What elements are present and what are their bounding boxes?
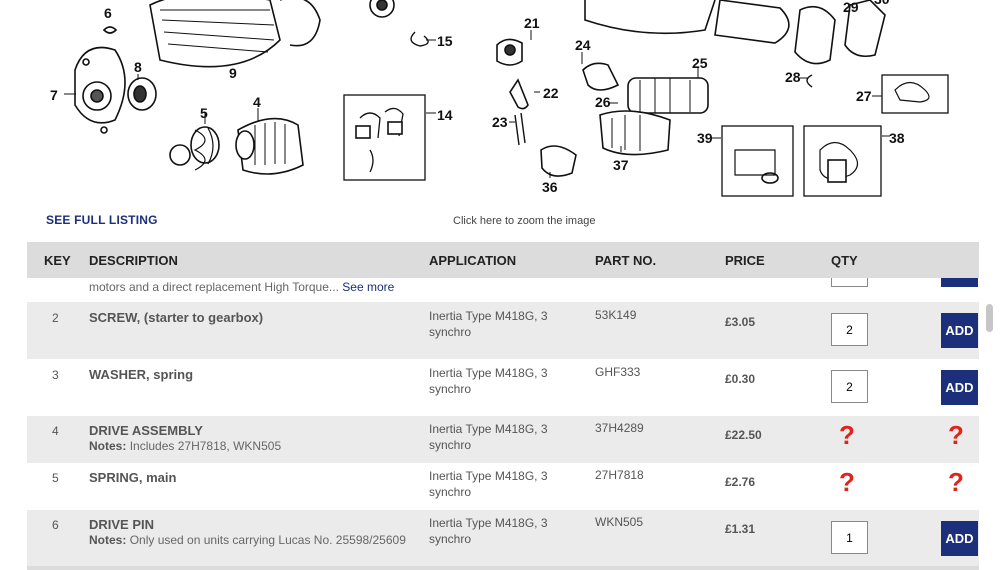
row-key: 4 xyxy=(52,424,59,438)
svg-text:5: 5 xyxy=(200,105,208,121)
add-to-basket-button[interactable]: ADD xyxy=(941,370,978,405)
add-to-basket-button[interactable]: ADD xyxy=(941,521,978,556)
svg-text:6: 6 xyxy=(104,5,112,21)
zoom-image-hint[interactable]: Click here to zoom the image xyxy=(453,215,595,227)
row-part-no: GHF333 xyxy=(595,365,641,379)
parts-table-body[interactable]: motors and a direct replacement High Tor… xyxy=(27,278,979,570)
row-application: Inertia Type M418G, 3 synchro xyxy=(429,516,548,546)
row-key: 5 xyxy=(52,471,59,485)
table-row: 5 SPRING, main Inertia Type M418G, 3 syn… xyxy=(27,463,979,510)
svg-text:26: 26 xyxy=(595,94,611,110)
header-description: DESCRIPTION xyxy=(89,253,178,268)
header-price: PRICE xyxy=(725,253,765,268)
add-to-basket-button[interactable]: ADD xyxy=(941,313,978,348)
svg-text:21: 21 xyxy=(524,15,540,31)
add-button-partial[interactable] xyxy=(941,278,978,287)
unavailable-qty-icon: ? xyxy=(839,467,855,497)
see-more-link[interactable]: See more xyxy=(342,280,394,294)
row-key: 2 xyxy=(52,311,59,325)
row-application: Inertia Type M418G, 3 synchro xyxy=(429,309,548,339)
table-bottom-border xyxy=(27,566,979,570)
row-description: DRIVE ASSEMBLY xyxy=(89,423,203,438)
parts-table-header: KEY DESCRIPTION APPLICATION PART NO. PRI… xyxy=(27,242,979,278)
parts-diagram[interactable]: 6 7 8 9 5 4 14 15 21 22 23 24 25 26 36 3… xyxy=(0,0,1004,205)
svg-text:24: 24 xyxy=(575,37,591,53)
svg-text:29: 29 xyxy=(843,0,859,15)
row-description: SPRING, main xyxy=(89,470,177,485)
qty-input[interactable] xyxy=(831,313,868,346)
svg-text:39: 39 xyxy=(697,130,713,146)
row-price: £0.30 xyxy=(725,372,756,386)
svg-text:15: 15 xyxy=(437,33,453,49)
notes-label: Notes: xyxy=(89,533,127,547)
table-scrollbar[interactable] xyxy=(984,280,996,570)
svg-text:27: 27 xyxy=(856,88,872,104)
unavailable-qty-icon: ? xyxy=(839,420,855,450)
table-row-partial: motors and a direct replacement High Tor… xyxy=(27,278,979,302)
row-key: 6 xyxy=(52,518,59,532)
header-part-no: PART NO. xyxy=(595,253,657,268)
unavailable-add-icon: ? xyxy=(948,467,964,497)
notes-label: Notes: xyxy=(89,439,127,453)
row-price: £1.31 xyxy=(725,522,756,536)
svg-text:30: 30 xyxy=(874,0,890,7)
row-part-no: WKN505 xyxy=(595,515,644,529)
description-excerpt: motors and a direct replacement High Tor… xyxy=(89,280,339,294)
row-application: Inertia Type M418G, 3 synchro xyxy=(429,469,548,499)
notes-text: Includes 27H7818, WKN505 xyxy=(129,439,282,453)
header-qty: QTY xyxy=(831,253,858,268)
row-description: WASHER, spring xyxy=(89,367,194,382)
row-price: £22.50 xyxy=(725,428,762,442)
table-row: 2 SCREW, (starter to gearbox) Inertia Ty… xyxy=(27,302,979,359)
row-application: Inertia Type M418G, 3 synchro xyxy=(429,366,548,396)
row-part-no: 27H7818 xyxy=(595,468,644,482)
svg-text:28: 28 xyxy=(785,69,801,85)
table-row: 3 WASHER, spring Inertia Type M418G, 3 s… xyxy=(27,359,979,416)
row-description: SCREW, (starter to gearbox) xyxy=(89,310,264,325)
svg-text:37: 37 xyxy=(613,157,629,173)
row-part-no: 37H4289 xyxy=(595,421,644,435)
row-notes: Notes: Includes 27H7818, WKN505 xyxy=(89,439,429,453)
svg-text:23: 23 xyxy=(492,114,508,130)
header-key: KEY xyxy=(44,253,71,268)
row-application: Inertia Type M418G, 3 synchro xyxy=(429,422,548,452)
row-key: 3 xyxy=(52,368,59,382)
svg-text:22: 22 xyxy=(543,85,559,101)
row-part-no: 53K149 xyxy=(595,308,637,322)
scrollbar-thumb[interactable] xyxy=(986,304,993,332)
svg-text:4: 4 xyxy=(253,94,261,110)
svg-text:9: 9 xyxy=(229,65,237,81)
svg-text:25: 25 xyxy=(692,55,708,71)
table-row: 4 DRIVE ASSEMBLY Notes: Includes 27H7818… xyxy=(27,416,979,463)
svg-text:7: 7 xyxy=(50,87,58,103)
row-notes: Notes: Only used on units carrying Lucas… xyxy=(89,533,429,547)
qty-input-partial[interactable] xyxy=(831,278,868,287)
see-full-listing-link[interactable]: SEE FULL LISTING xyxy=(46,213,158,227)
header-application: APPLICATION xyxy=(429,253,517,268)
svg-text:36: 36 xyxy=(542,179,558,195)
row-price: £2.76 xyxy=(725,475,756,489)
notes-text: Only used on units carrying Lucas No. 25… xyxy=(129,533,406,547)
row-description: DRIVE PIN xyxy=(89,517,155,532)
qty-input[interactable] xyxy=(831,521,868,554)
svg-text:8: 8 xyxy=(134,59,142,75)
qty-input[interactable] xyxy=(831,370,868,403)
unavailable-add-icon: ? xyxy=(948,420,964,450)
svg-text:38: 38 xyxy=(889,130,905,146)
row-price: £3.05 xyxy=(725,315,756,329)
svg-text:14: 14 xyxy=(437,107,453,123)
table-row: 6 DRIVE PIN Notes: Only used on units ca… xyxy=(27,510,979,570)
